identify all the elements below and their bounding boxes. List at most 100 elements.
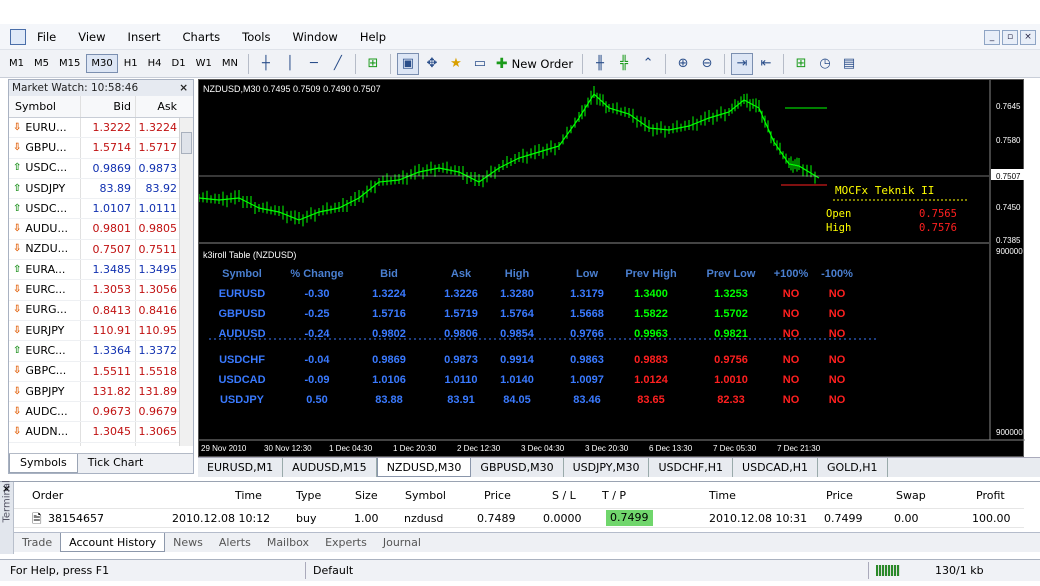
menu-tools[interactable]: Tools bbox=[231, 30, 281, 44]
zoom-in-icon[interactable]: ⊕ bbox=[672, 53, 694, 75]
column-header-bid[interactable]: Bid bbox=[80, 96, 135, 117]
market-watch-row[interactable]: ⇩ GBPC... 1.5511 1.5518 bbox=[9, 361, 181, 382]
terminal-column-header[interactable]: Symbol bbox=[405, 489, 446, 502]
timeframe-w1[interactable]: W1 bbox=[192, 55, 216, 72]
market-watch-row[interactable]: ⇩ GBPU... 1.5714 1.5717 bbox=[9, 138, 181, 159]
market-watch-row[interactable]: ⇧ USDC... 0.9869 0.9873 bbox=[9, 158, 181, 179]
terminal-column-header[interactable]: Profit bbox=[976, 489, 1005, 502]
timeframe-mn[interactable]: MN bbox=[218, 55, 242, 72]
restore-icon[interactable]: ▫ bbox=[1002, 30, 1018, 45]
terminal-tab[interactable]: Alerts bbox=[211, 533, 259, 552]
chart-tab[interactable]: GBPUSD,M30 bbox=[471, 458, 564, 477]
chart-tab[interactable]: NZDUSD,M30 bbox=[376, 458, 472, 477]
market-watch-row[interactable]: ⇩ AUDJPY 82.2182.27 bbox=[9, 442, 181, 446]
market-watch-row[interactable]: ⇩ AUDU... 0.9801 0.9805 bbox=[9, 219, 181, 240]
templates-icon[interactable]: ▤ bbox=[838, 53, 860, 75]
timeframe-d1[interactable]: D1 bbox=[168, 55, 190, 72]
timeframe-m5[interactable]: M5 bbox=[30, 55, 53, 72]
menu-window[interactable]: Window bbox=[281, 30, 348, 44]
favorites-icon[interactable]: ★ bbox=[445, 53, 467, 75]
price-label: 0.7580 bbox=[996, 136, 1021, 145]
market-watch-row[interactable]: ⇩ EURJPY 110.91 110.95 bbox=[9, 320, 181, 342]
terminal-column-header[interactable]: Type bbox=[296, 489, 321, 502]
chart-tab[interactable]: USDJPY,M30 bbox=[564, 458, 650, 477]
terminal-tab[interactable]: Mailbox bbox=[259, 533, 317, 552]
timeframe-h4[interactable]: H4 bbox=[144, 55, 166, 72]
menu-insert[interactable]: Insert bbox=[117, 30, 172, 44]
close-icon[interactable]: × bbox=[179, 80, 188, 96]
terminal-column-header[interactable]: Time bbox=[709, 489, 736, 502]
terminal-tab[interactable]: Account History bbox=[60, 533, 166, 552]
market-watch-row[interactable]: ⇧ EURA... 1.3485 1.3495 bbox=[9, 260, 181, 281]
indicators-icon[interactable]: ⊞ bbox=[790, 53, 812, 75]
crosshair-icon[interactable]: ┼ bbox=[255, 53, 277, 75]
terminal-icon[interactable]: ▭ bbox=[469, 53, 491, 75]
table-cell: 1.0097 bbox=[570, 374, 604, 386]
candlestick-icon[interactable]: ╬ bbox=[613, 53, 635, 75]
close-icon[interactable]: × bbox=[1020, 30, 1036, 45]
terminal-column-header[interactable]: S / L bbox=[552, 489, 576, 502]
new-chart-icon[interactable]: ⊞ bbox=[362, 53, 384, 75]
market-watch-row[interactable]: ⇩ EURU... 1.3222 1.3224 bbox=[9, 118, 181, 139]
profiles-icon[interactable]: ▣ bbox=[396, 52, 419, 75]
market-watch-row[interactable]: ⇩ GBPJPY 131.82 131.89 bbox=[9, 381, 181, 403]
table-row[interactable]: 🗎 38154657 2010.12.08 10:12 buy 1.00 nzdusd 0.… bbox=[14, 508, 1024, 528]
market-watch-row[interactable]: ⇧ USDJPY 83.89 83.92 bbox=[9, 178, 181, 200]
market-watch-row[interactable]: ⇩ NZDU... 0.7507 0.7511 bbox=[9, 239, 181, 261]
terminal-column-header[interactable]: Time bbox=[235, 489, 262, 502]
zoom-out-icon[interactable]: ⊖ bbox=[696, 53, 718, 75]
vertical-line-icon[interactable]: │ bbox=[279, 53, 301, 75]
tab-symbols[interactable]: Symbols bbox=[9, 454, 78, 473]
terminal-tab[interactable]: Experts bbox=[317, 533, 375, 552]
market-watch-row[interactable]: ⇩ EURG... 0.8413 0.8416 bbox=[9, 300, 181, 321]
market-watch-row[interactable]: ⇩ AUDN... 1.3045 1.3065 bbox=[9, 422, 181, 443]
terminal-column-header[interactable]: Size bbox=[355, 489, 378, 502]
bid-cell: 83.89 bbox=[80, 178, 135, 199]
vertical-scrollbar[interactable] bbox=[179, 118, 193, 446]
chart-tab[interactable]: AUDUSD,M15 bbox=[283, 458, 377, 477]
timeframe-h1[interactable]: H1 bbox=[120, 55, 142, 72]
terminal-tab[interactable]: Trade bbox=[14, 533, 60, 552]
chart-tab[interactable]: GOLD,H1 bbox=[818, 458, 888, 477]
price-chart[interactable]: NZDUSD,M30 0.7495 0.7509 0.7490 0.7507 0.… bbox=[198, 79, 1025, 457]
terminal-column-header[interactable]: Order bbox=[32, 489, 63, 502]
line-chart-icon[interactable]: ⌃ bbox=[637, 53, 659, 75]
column-header-ask[interactable]: Ask bbox=[135, 96, 181, 117]
menu-charts[interactable]: Charts bbox=[172, 30, 232, 44]
menu-view[interactable]: View bbox=[67, 30, 116, 44]
minimize-icon[interactable]: _ bbox=[984, 30, 1000, 45]
chart-tab[interactable]: EURUSD,M1 bbox=[198, 458, 284, 477]
terminal-tab[interactable]: Journal bbox=[375, 533, 429, 552]
tab-tick-chart[interactable]: Tick Chart bbox=[78, 454, 154, 473]
bar-chart-icon[interactable]: ╫ bbox=[589, 53, 611, 75]
terminal-tab[interactable]: News bbox=[165, 533, 211, 552]
menu-file[interactable]: File bbox=[26, 30, 67, 44]
auto-scroll-icon[interactable]: ⇥ bbox=[731, 52, 754, 75]
trend-line-icon[interactable]: ╱ bbox=[327, 53, 349, 75]
market-watch-row[interactable]: ⇧ EURC... 1.3364 1.3372 bbox=[9, 341, 181, 362]
chart-tab[interactable]: USDCAD,H1 bbox=[733, 458, 818, 477]
timeframe-m15[interactable]: M15 bbox=[55, 55, 84, 72]
table-cell: -0.04 bbox=[304, 354, 330, 366]
timeframe-m30[interactable]: M30 bbox=[86, 54, 118, 73]
terminal-column-header[interactable]: Swap bbox=[896, 489, 926, 502]
terminal-column-header[interactable]: Price bbox=[484, 489, 511, 502]
horizontal-line-icon[interactable]: ─ bbox=[303, 53, 325, 75]
timeframe-m1[interactable]: M1 bbox=[5, 55, 28, 72]
terminal-column-header[interactable]: Price bbox=[826, 489, 853, 502]
market-watch-row[interactable]: ⇧ USDC... 1.0107 1.0111 bbox=[9, 199, 181, 220]
market-watch-row[interactable]: ⇩ EURC... 1.3053 1.3056 bbox=[9, 280, 181, 301]
column-header-symbol[interactable]: Symbol bbox=[9, 96, 80, 117]
scrollbar-thumb[interactable] bbox=[181, 132, 192, 154]
chart-shift-icon[interactable]: ⇤ bbox=[755, 53, 777, 75]
time-label: 1 Dec 20:30 bbox=[393, 444, 437, 453]
market-watch-row[interactable]: ⇩ AUDC... 0.9673 0.9679 bbox=[9, 402, 181, 423]
navigator-icon[interactable]: ✥ bbox=[421, 53, 443, 75]
app-icon[interactable] bbox=[10, 28, 26, 45]
price-label: 0.7385 bbox=[996, 236, 1021, 245]
menu-help[interactable]: Help bbox=[349, 30, 397, 44]
periods-icon[interactable]: ◷ bbox=[814, 53, 836, 75]
chart-tab[interactable]: USDCHF,H1 bbox=[649, 458, 734, 477]
terminal-column-header[interactable]: T / P bbox=[602, 489, 626, 502]
new-order-button[interactable]: ✚ New Order bbox=[492, 56, 577, 72]
